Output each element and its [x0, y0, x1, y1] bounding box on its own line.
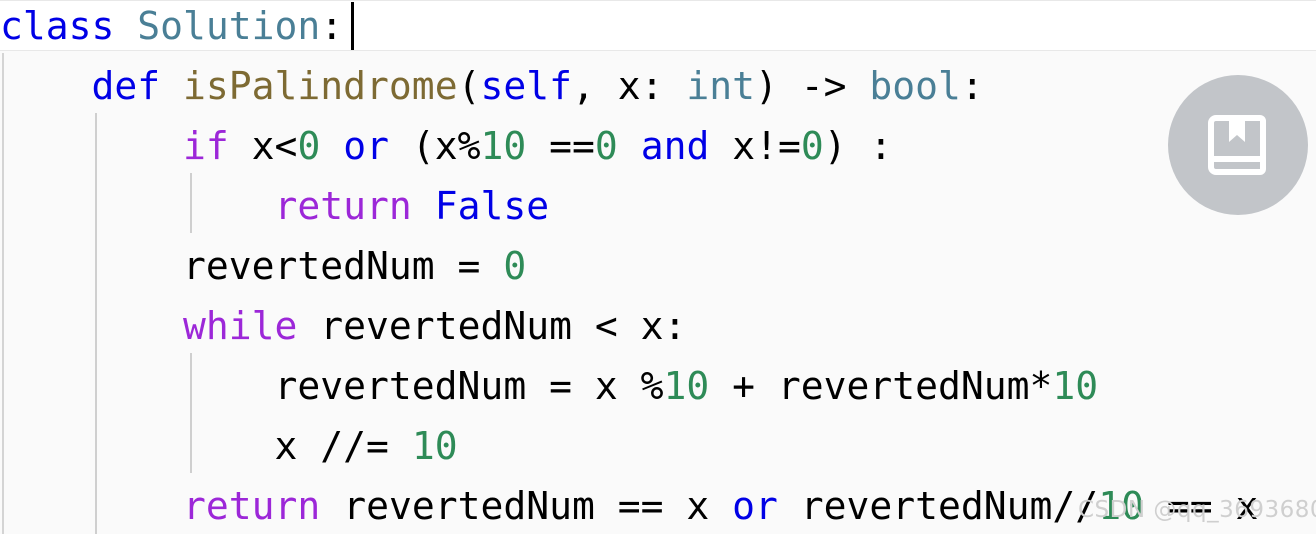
code-token: revertedNum//	[777, 484, 1099, 528]
code-token: isPalindrome	[183, 64, 458, 108]
code-token: and	[640, 124, 710, 168]
code-token: :	[320, 4, 344, 48]
code-text-layer[interactable]: class Solution: def isPalindrome(self, x…	[0, 0, 1316, 534]
code-token: + revertedNum*	[709, 364, 1053, 408]
code-token: return	[274, 184, 412, 228]
code-line[interactable]: class Solution:	[0, 0, 1316, 56]
code-token: 10	[411, 424, 458, 468]
code-token: 0	[800, 124, 824, 168]
code-editor-screenshot: class Solution: def isPalindrome(self, x…	[0, 0, 1316, 534]
book-bookmark-badge[interactable]	[1168, 75, 1308, 215]
code-line[interactable]: x //= 10	[0, 416, 1316, 476]
code-token: revertedNum < x:	[297, 304, 687, 348]
code-token: while	[183, 304, 298, 348]
code-token: ) :	[823, 124, 893, 168]
code-token: False	[434, 184, 550, 228]
code-token: bool	[869, 64, 961, 108]
code-token: 0	[503, 244, 527, 288]
code-token: 10	[1052, 364, 1099, 408]
code-token: (x%	[388, 124, 481, 168]
code-token: , x:	[571, 64, 687, 108]
code-token: class	[0, 4, 138, 48]
code-token: int	[686, 64, 756, 108]
code-token: x!=	[709, 124, 801, 168]
code-line[interactable]: def isPalindrome(self, x: int) -> bool:	[0, 56, 1316, 116]
code-token: revertedNum = x %	[0, 364, 664, 408]
code-token: 10	[663, 364, 710, 408]
code-token: x<	[228, 124, 298, 168]
code-token: if	[183, 124, 229, 168]
code-token: revertedNum == x	[320, 484, 733, 528]
code-token: :	[960, 64, 984, 108]
code-token: revertedNum =	[0, 244, 504, 288]
editor-surface[interactable]: class Solution: def isPalindrome(self, x…	[0, 0, 1316, 534]
code-token: self	[480, 64, 572, 108]
code-token: Solution	[137, 4, 321, 48]
code-token: 10	[480, 124, 527, 168]
code-line[interactable]: if x<0 or (x%10 ==0 and x!=0) :	[0, 116, 1316, 176]
code-line[interactable]: revertedNum = 0	[0, 236, 1316, 296]
csdn-watermark: CSDN @qq_36936800	[1078, 497, 1316, 523]
code-token: ) ->	[755, 64, 870, 108]
code-token: def	[91, 64, 184, 108]
code-token: 0	[297, 124, 321, 168]
code-token: or	[343, 124, 389, 168]
code-token: return	[183, 484, 321, 528]
code-line[interactable]: while revertedNum < x:	[0, 296, 1316, 356]
code-token: ==	[526, 124, 595, 168]
book-bookmark-icon	[1208, 114, 1268, 176]
code-token: x //=	[0, 424, 412, 468]
code-token: (	[457, 64, 481, 108]
code-line[interactable]: revertedNum = x %10 + revertedNum*10	[0, 356, 1316, 416]
code-line[interactable]: return False	[0, 176, 1316, 236]
code-token: or	[732, 484, 778, 528]
code-token: 0	[594, 124, 618, 168]
